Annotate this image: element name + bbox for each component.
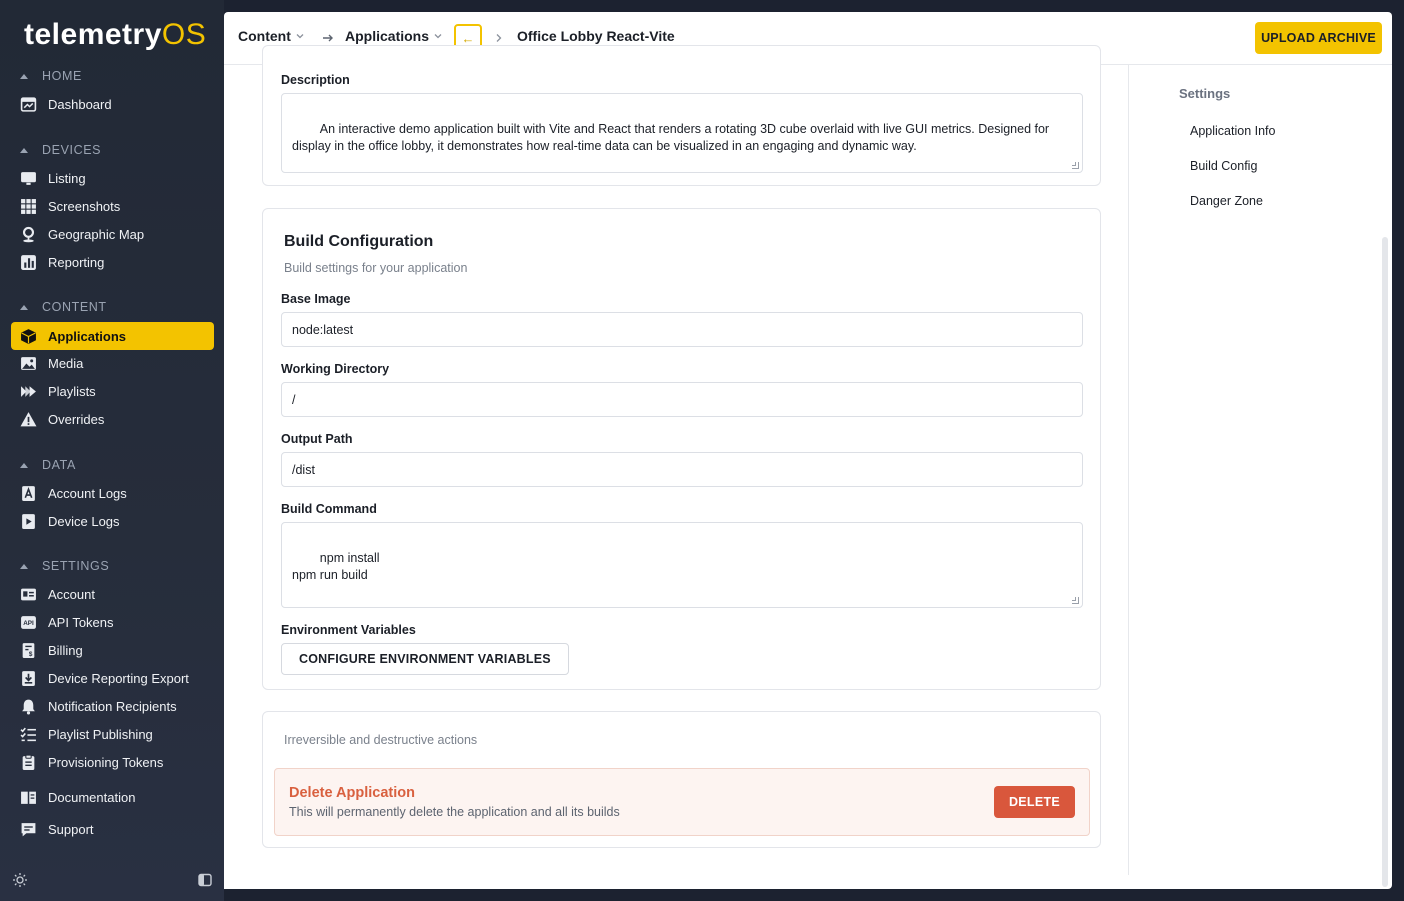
arrow-right-icon <box>323 34 333 42</box>
settings-content: Description An interactive demo applicat… <box>224 45 1128 889</box>
delete-application-description: This will permanently delete the applica… <box>289 805 620 819</box>
svg-text:API: API <box>23 620 34 627</box>
build-config-subtitle: Build settings for your application <box>284 261 468 275</box>
main-panel: Content Applications ← Office Lobby Reac… <box>224 12 1392 889</box>
base-image-label: Base Image <box>281 292 351 306</box>
sidebar-item-api-tokens[interactable]: API API Tokens <box>11 608 214 636</box>
warning-icon <box>19 410 37 428</box>
application-info-card: Description An interactive demo applicat… <box>262 45 1101 186</box>
caret-up-icon <box>20 73 28 79</box>
build-config-card: Build Configuration Build settings for y… <box>262 208 1101 690</box>
breadcrumb-content[interactable]: Content <box>238 28 305 44</box>
chevron-right-icon <box>496 34 502 42</box>
description-textarea[interactable]: An interactive demo application built wi… <box>281 93 1083 173</box>
caret-up-icon <box>20 462 28 468</box>
sidebar-item-media[interactable]: Media <box>11 349 214 377</box>
sidebar-item-dashboard[interactable]: Dashboard <box>11 90 214 118</box>
sidebar-item-playlists[interactable]: Playlists <box>11 377 214 405</box>
build-config-title: Build Configuration <box>284 233 434 250</box>
section-data[interactable]: DATA <box>20 458 76 472</box>
toc-item-build-config[interactable]: Build Config <box>1190 159 1257 173</box>
working-directory-label: Working Directory <box>281 362 390 376</box>
theme-toggle-sun-icon[interactable] <box>12 872 28 888</box>
map-pin-icon <box>19 225 37 243</box>
section-devices[interactable]: DEVICES <box>20 143 101 157</box>
danger-zone-card: Irreversible and destructive actions Del… <box>262 711 1101 848</box>
caret-up-icon <box>20 563 28 569</box>
sidebar-item-documentation[interactable]: Documentation <box>11 783 214 811</box>
sidebar-item-reporting[interactable]: Reporting <box>11 248 214 276</box>
chat-icon <box>19 820 37 838</box>
caret-up-icon <box>20 147 28 153</box>
build-command-label: Build Command <box>281 502 377 516</box>
build-command-textarea[interactable]: npm install npm run build <box>281 522 1083 608</box>
toc-heading: Settings <box>1179 86 1231 101</box>
sidebar-item-notification-recipients[interactable]: Notification Recipients <box>11 692 214 720</box>
configure-env-vars-button[interactable]: CONFIGURE ENVIRONMENT VARIABLES <box>281 643 569 675</box>
monitor-icon <box>19 169 37 187</box>
svg-text:$: $ <box>28 650 32 657</box>
id-card-icon <box>19 585 37 603</box>
sidebar-item-screenshots[interactable]: Screenshots <box>11 192 214 220</box>
base-image-input[interactable]: node:latest <box>281 312 1083 347</box>
chevron-down-icon <box>434 34 442 39</box>
output-path-input[interactable]: /dist <box>281 452 1083 487</box>
sidebar-item-support[interactable]: Support <box>11 815 214 843</box>
device-log-icon <box>19 512 37 530</box>
bar-chart-icon <box>19 253 37 271</box>
cube-icon <box>19 327 37 345</box>
upload-archive-button[interactable]: UPLOAD ARCHIVE <box>1255 22 1382 54</box>
sidebar-item-device-reporting-export[interactable]: Device Reporting Export <box>11 664 214 692</box>
bell-icon <box>19 697 37 715</box>
arrow-left-icon: ← <box>461 30 475 46</box>
environment-variables-label: Environment Variables <box>281 623 416 637</box>
checklist-icon <box>19 725 37 743</box>
scrollbar[interactable] <box>1382 237 1388 887</box>
breadcrumb-current: Office Lobby React-Vite <box>517 28 675 44</box>
resize-handle-icon[interactable] <box>1072 597 1079 604</box>
resize-handle-icon[interactable] <box>1072 162 1079 169</box>
book-icon <box>19 788 37 806</box>
description-label: Description <box>281 73 350 87</box>
billing-icon: $ <box>19 641 37 659</box>
output-path-label: Output Path <box>281 432 353 446</box>
section-content[interactable]: CONTENT <box>20 300 107 314</box>
collapse-sidebar-icon[interactable] <box>198 873 212 887</box>
section-settings[interactable]: SETTINGS <box>20 559 109 573</box>
toc-item-application-info[interactable]: Application Info <box>1190 124 1275 138</box>
sidebar-item-account-logs[interactable]: Account Logs <box>11 479 214 507</box>
caret-up-icon <box>20 304 28 310</box>
toc-item-danger-zone[interactable]: Danger Zone <box>1190 194 1263 208</box>
account-log-icon <box>19 484 37 502</box>
sidebar-item-overrides[interactable]: Overrides <box>11 405 214 433</box>
sidebar-item-account[interactable]: Account <box>11 580 214 608</box>
telemetryos-logo[interactable]: telemetryOS <box>24 18 206 52</box>
working-directory-input[interactable]: / <box>281 382 1083 417</box>
sidebar-item-provisioning-tokens[interactable]: Provisioning Tokens <box>11 748 214 776</box>
sidebar-item-listing[interactable]: Listing <box>11 164 214 192</box>
grid-icon <box>19 197 37 215</box>
delete-application-panel: Delete Application This will permanently… <box>274 768 1090 836</box>
dashboard-icon <box>19 95 37 113</box>
api-icon: API <box>19 613 37 631</box>
sidebar-item-playlist-publishing[interactable]: Playlist Publishing <box>11 720 214 748</box>
delete-application-title: Delete Application <box>289 785 415 801</box>
chevron-down-icon <box>296 34 304 39</box>
delete-button[interactable]: DELETE <box>994 786 1075 818</box>
settings-toc: Settings Application Info Build Config D… <box>1128 65 1392 875</box>
playlist-icon <box>19 382 37 400</box>
sidebar-item-device-logs[interactable]: Device Logs <box>11 507 214 535</box>
sidebar-item-billing[interactable]: $ Billing <box>11 636 214 664</box>
section-home[interactable]: HOME <box>20 69 82 83</box>
image-icon <box>19 354 37 372</box>
download-icon <box>19 669 37 687</box>
sidebar-item-geographic-map[interactable]: Geographic Map <box>11 220 214 248</box>
clipboard-icon <box>19 753 37 771</box>
sidebar: telemetryOS HOME Dashboard DEVICES Listi… <box>0 0 224 901</box>
sidebar-item-applications[interactable]: Applications <box>11 322 214 350</box>
breadcrumb-applications[interactable]: Applications <box>345 28 443 44</box>
danger-zone-subtitle: Irreversible and destructive actions <box>284 733 478 747</box>
